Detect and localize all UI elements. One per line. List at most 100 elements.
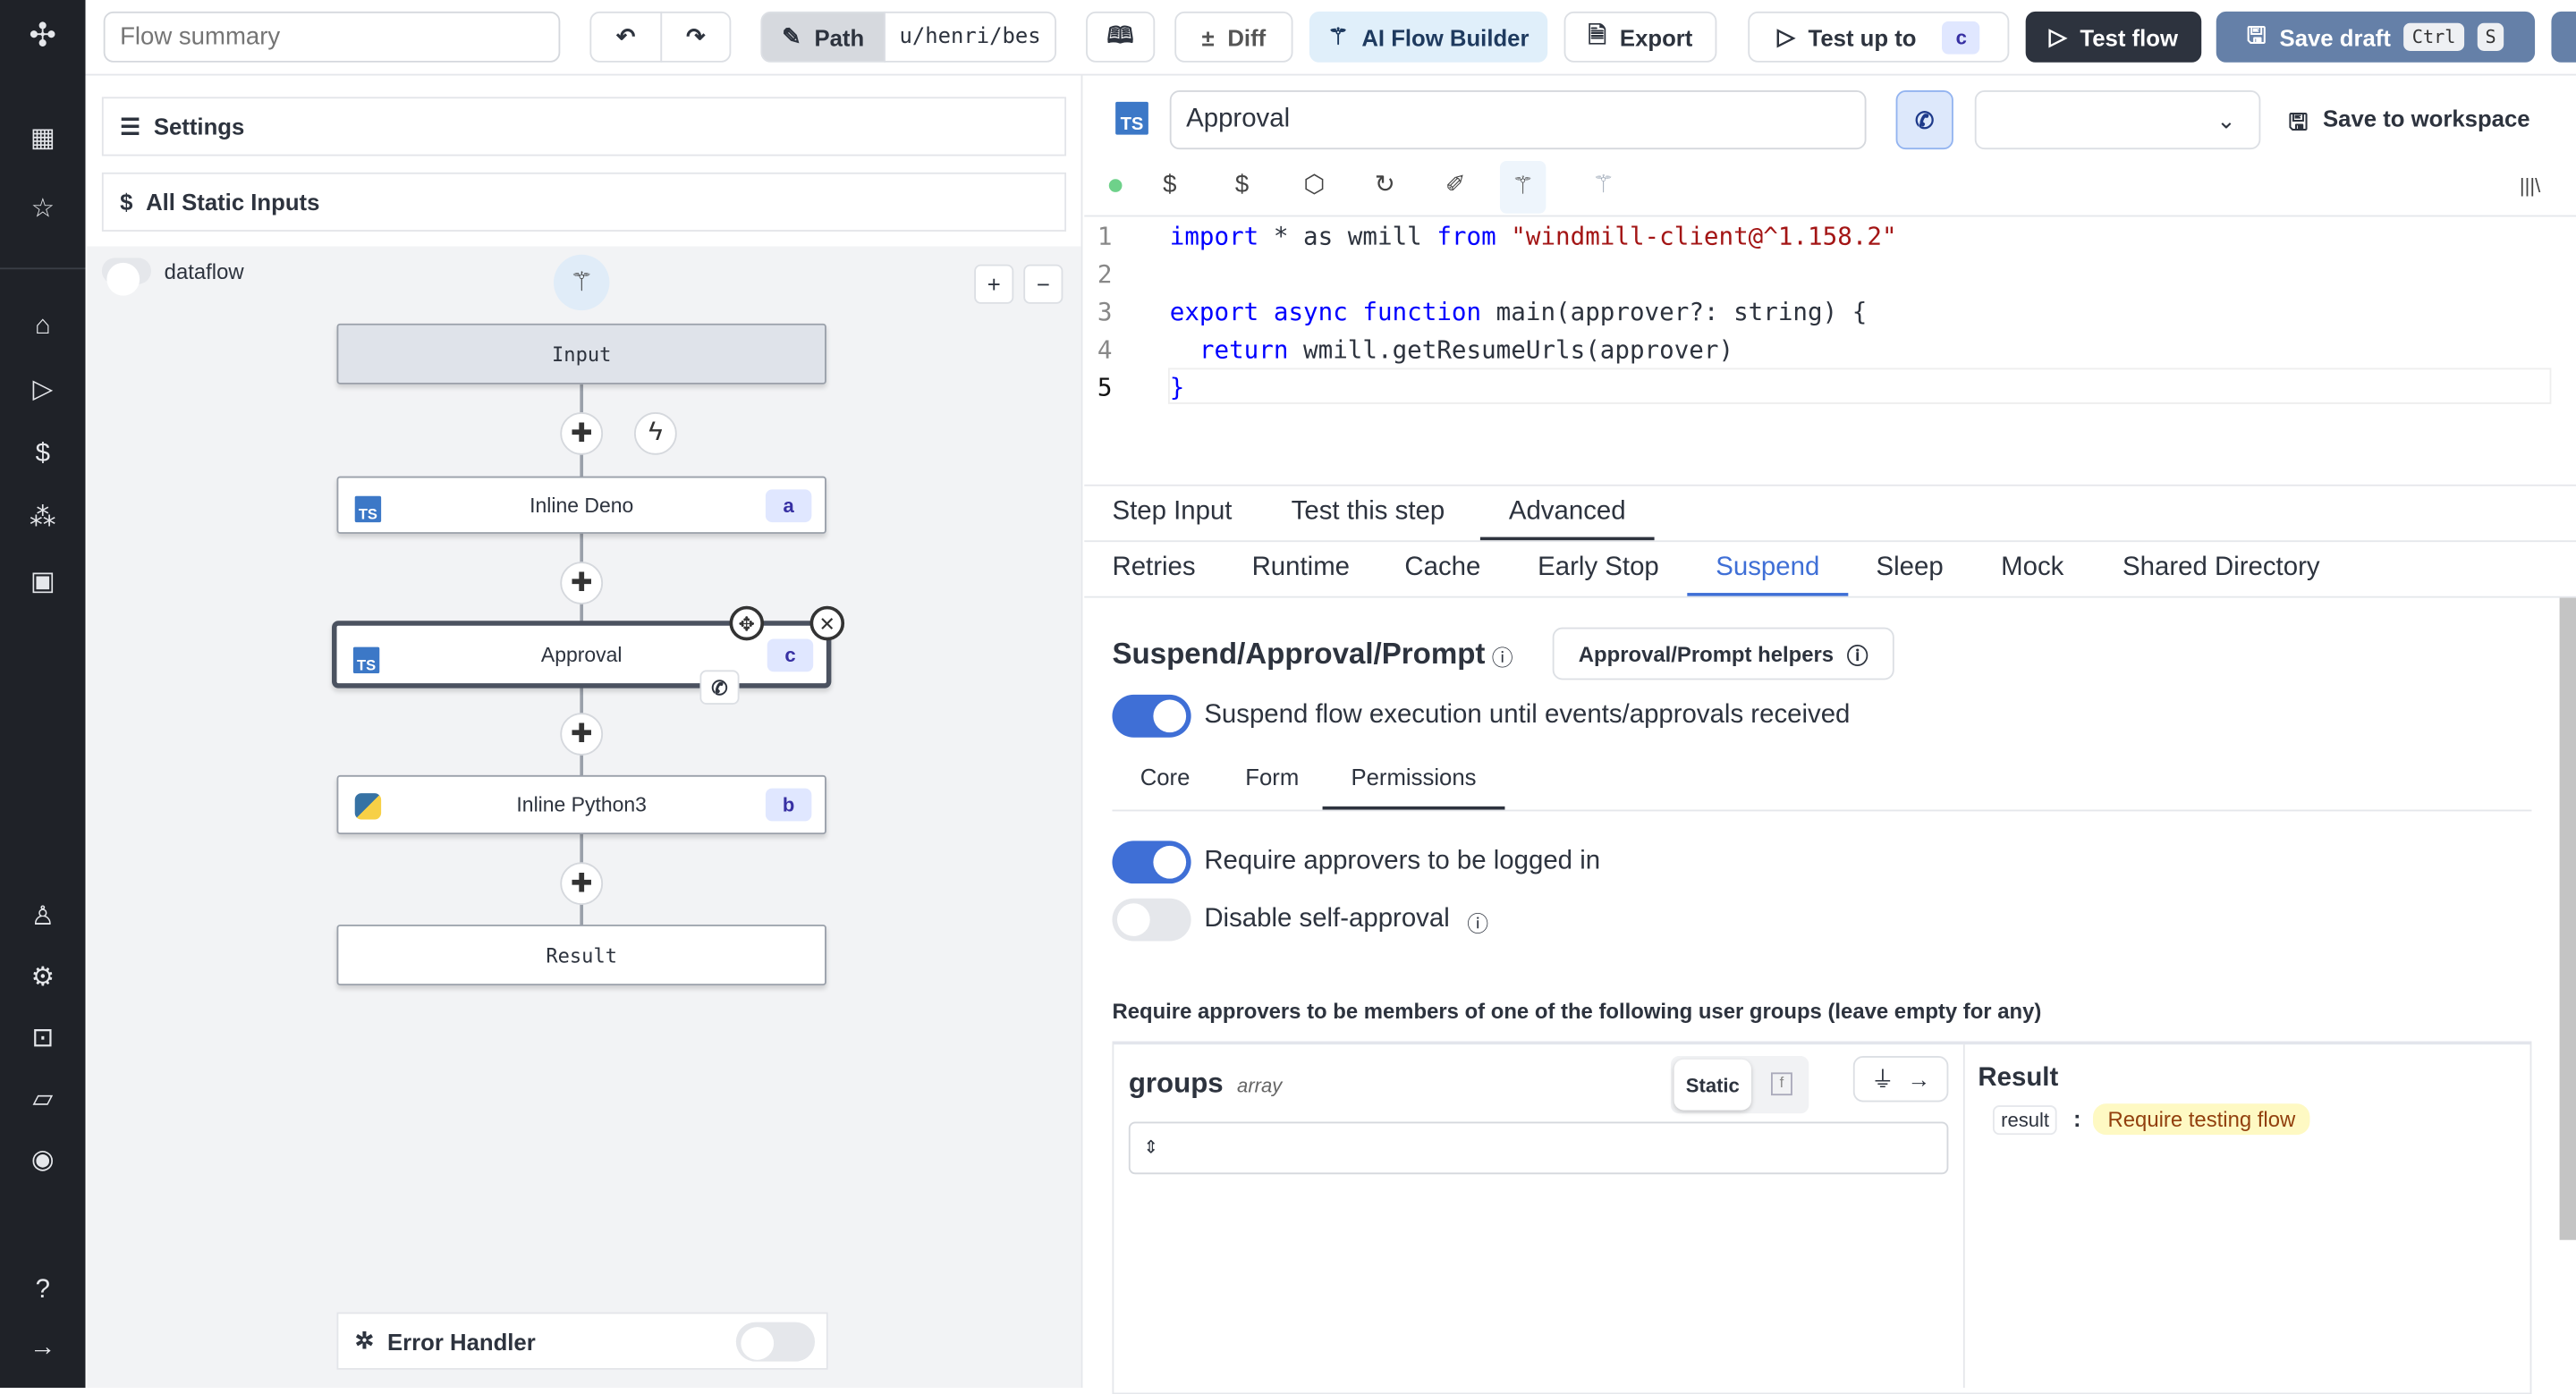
error-handler[interactable]: ✲ Error Handler	[336, 1312, 828, 1370]
dollar-icon[interactable]: $	[26, 438, 59, 471]
test-flow-button[interactable]: ▷ Test flow	[2025, 11, 2202, 63]
export-button[interactable]: 🗎 Export	[1563, 11, 1717, 63]
book-icon: 🕮	[1106, 20, 1134, 47]
dollar-icon[interactable]: $	[1153, 169, 1186, 202]
bot-icon[interactable]: ⊡	[26, 1023, 59, 1056]
help-circle-icon: ⓘ	[1846, 643, 1868, 668]
info-icon[interactable]: ⓘ	[1467, 907, 1488, 938]
static-mode-button[interactable]: Static	[1674, 1059, 1751, 1111]
calendar-icon[interactable]: ▣	[26, 567, 59, 600]
subtab-core[interactable]: Core	[1140, 764, 1191, 790]
zoom-out-button[interactable]: −	[1023, 264, 1063, 304]
tab-runtime[interactable]: Runtime	[1252, 553, 1350, 583]
ai-wand-button[interactable]: ⚚	[553, 254, 610, 311]
tab-early-stop[interactable]: Early Stop	[1538, 553, 1659, 583]
code-line: export async function main(approver?: st…	[1169, 297, 1868, 327]
diff-button[interactable]: ± Diff	[1174, 11, 1293, 63]
home-icon[interactable]: ⌂	[26, 310, 59, 343]
eye-icon[interactable]: ◉	[26, 1145, 59, 1178]
node-input[interactable]: Input	[336, 323, 826, 384]
tab-cache[interactable]: Cache	[1404, 553, 1480, 583]
tab-sleep[interactable]: Sleep	[1877, 553, 1944, 583]
save-draft-button[interactable]: 🖫 Save draft Ctrl S	[2216, 11, 2536, 63]
library-icon[interactable]: |||\	[2513, 169, 2546, 202]
save-to-workspace-button[interactable]: 🖫 Save to workspace	[2289, 106, 2530, 145]
suspend-toggle[interactable]	[1112, 694, 1191, 738]
info-icon[interactable]: ⓘ	[1492, 640, 1513, 672]
test-up-to-button[interactable]: ▷ Test up to c	[1748, 11, 2010, 63]
tab-advanced[interactable]: Advanced	[1479, 498, 1655, 541]
save-to-workspace-label: Save to workspace	[2323, 105, 2530, 131]
add-step-button[interactable]: ✚	[560, 713, 604, 756]
tab-retries[interactable]: Retries	[1112, 553, 1195, 583]
building-icon[interactable]: ▦	[26, 123, 59, 156]
node-result[interactable]: Result	[336, 925, 826, 986]
brush-icon[interactable]: ✐	[1439, 169, 1472, 202]
trigger-button[interactable]: ϟ	[633, 412, 677, 455]
user-icon[interactable]: ♙	[26, 901, 59, 934]
dataflow-label: dataflow	[164, 259, 244, 284]
approval-helpers-button[interactable]: Approval/Prompt helpers ⓘ	[1552, 627, 1894, 680]
tab-suspend[interactable]: Suspend	[1687, 553, 1849, 596]
code-line: return wmill.getResumeUrls(approver)	[1169, 334, 1734, 365]
deploy-button[interactable]	[2551, 11, 2576, 63]
pencil-icon: ✎	[782, 22, 801, 50]
redo-button[interactable]: ↷	[660, 11, 732, 63]
groups-input[interactable]: ⇕	[1128, 1121, 1949, 1175]
delete-node-icon[interactable]: ✕	[809, 605, 845, 641]
line-number: 4	[1097, 334, 1113, 365]
path-value[interactable]: u/henri/bes	[884, 11, 1057, 63]
bug-icon: ✲	[354, 1327, 375, 1354]
add-step-button[interactable]: ✚	[560, 412, 604, 455]
zoom-in-button[interactable]: +	[974, 264, 1014, 304]
disable-self-approval-label: Disable self-approval	[1204, 905, 1450, 934]
refresh-icon[interactable]: ↻	[1368, 169, 1402, 202]
star-icon[interactable]: ☆	[26, 194, 59, 227]
suspend-phone-button[interactable]: ✆	[1895, 90, 1953, 150]
settings-button[interactable]: ☰ Settings	[101, 97, 1067, 156]
tab-shared-directory[interactable]: Shared Directory	[2123, 553, 2319, 583]
docs-button[interactable]: 🕮	[1086, 11, 1156, 63]
tab-test-this-step[interactable]: Test this step	[1292, 498, 1445, 528]
gear-icon[interactable]: ⚙	[26, 962, 59, 995]
folder-icon[interactable]: ▱	[26, 1084, 59, 1117]
dollar-resource-icon[interactable]: $	[1225, 169, 1258, 202]
error-handler-toggle[interactable]	[735, 1322, 816, 1362]
path-button[interactable]: ✎ Path	[760, 11, 886, 63]
help-icon[interactable]: ?	[26, 1274, 59, 1307]
dataflow-toggle[interactable]	[101, 258, 151, 296]
ai-wand-off-icon[interactable]: ⚚	[1587, 169, 1620, 202]
boxes-icon[interactable]: ⁂	[26, 503, 59, 536]
static-inputs-button[interactable]: $ All Static Inputs	[101, 172, 1067, 232]
add-step-button[interactable]: ✚	[560, 562, 604, 604]
node-inline-python3[interactable]: Inline Python3 b	[336, 774, 826, 835]
function-icon[interactable]: f	[1770, 1072, 1792, 1096]
ai-wand-icon[interactable]: ⚚	[1499, 160, 1546, 214]
disable-self-approval-toggle[interactable]	[1112, 898, 1191, 942]
expand-arrow-icon[interactable]: →	[26, 1332, 59, 1365]
undo-button[interactable]: ↶	[589, 11, 663, 63]
groups-box	[1112, 1041, 2532, 1394]
move-icon[interactable]: ✥	[729, 605, 765, 641]
require-login-toggle[interactable]	[1112, 841, 1191, 884]
tab-step-input[interactable]: Step Input	[1112, 498, 1232, 528]
play-icon[interactable]: ▷	[26, 375, 59, 408]
scrollbar[interactable]	[2559, 597, 2576, 1240]
tab-mock[interactable]: Mock	[2001, 553, 2063, 583]
typescript-icon: TS	[1115, 101, 1148, 135]
add-step-button[interactable]: ✚	[560, 862, 604, 906]
line-number: 5	[1097, 372, 1113, 402]
flow-summary-input[interactable]	[103, 11, 561, 63]
tag-select[interactable]: ⌄	[1974, 90, 2261, 150]
subtab-form[interactable]: Form	[1245, 764, 1299, 790]
wand-icon: ⚚	[1327, 22, 1349, 50]
connect-button[interactable]: ⏚ →	[1852, 1056, 1949, 1103]
package-icon[interactable]: ⬡	[1298, 169, 1331, 202]
plug-icon: ⏚	[1871, 1066, 1894, 1093]
ai-flow-builder-button[interactable]: ⚚ AI Flow Builder	[1309, 11, 1548, 63]
step-name-input[interactable]	[1169, 90, 1867, 150]
colon: :	[2072, 1105, 2081, 1132]
node-inline-deno[interactable]: TS Inline Deno a	[336, 476, 826, 534]
windmill-logo-icon[interactable]: ✣	[26, 20, 59, 53]
subtab-permissions[interactable]: Permissions	[1322, 764, 1505, 810]
